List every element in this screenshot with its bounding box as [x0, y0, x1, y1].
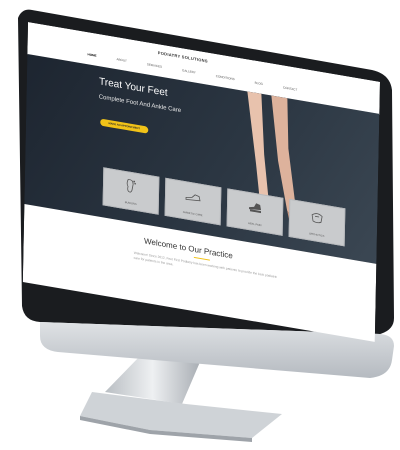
heel-icon [249, 203, 262, 214]
tile-diabetic-care[interactable]: DIABETIC CARE [164, 177, 222, 226]
nav-gallery[interactable]: GALLERY [182, 68, 196, 74]
nav-home[interactable]: HOME [88, 52, 97, 58]
nav-services[interactable]: SERVICES [147, 62, 162, 69]
tile-bunions[interactable]: BUNIONS [102, 167, 160, 215]
nav-contact[interactable]: CONTACT [283, 85, 297, 91]
orthotic-icon [311, 213, 323, 224]
appointment-button[interactable]: MAKE AN APPOINTMENT [100, 118, 149, 134]
welcome-divider [193, 256, 210, 261]
nav-blog[interactable]: BLOG [255, 81, 263, 86]
nav-about[interactable]: ABOUT [117, 57, 127, 63]
stage: PODIATRY SOLUTIONS HOME ABOUT SERVICES G… [0, 0, 400, 450]
tile-label: DIABETIC CARE [182, 210, 203, 218]
tile-label: BUNIONS [124, 201, 137, 207]
foot-icon [126, 179, 136, 193]
shoe-icon [185, 194, 201, 202]
hero-subtitle: Complete Foot And Ankle Care [98, 94, 182, 115]
nav-conditions[interactable]: CONDITIONS [216, 74, 235, 81]
site-logo[interactable]: PODIATRY SOLUTIONS [158, 50, 208, 64]
